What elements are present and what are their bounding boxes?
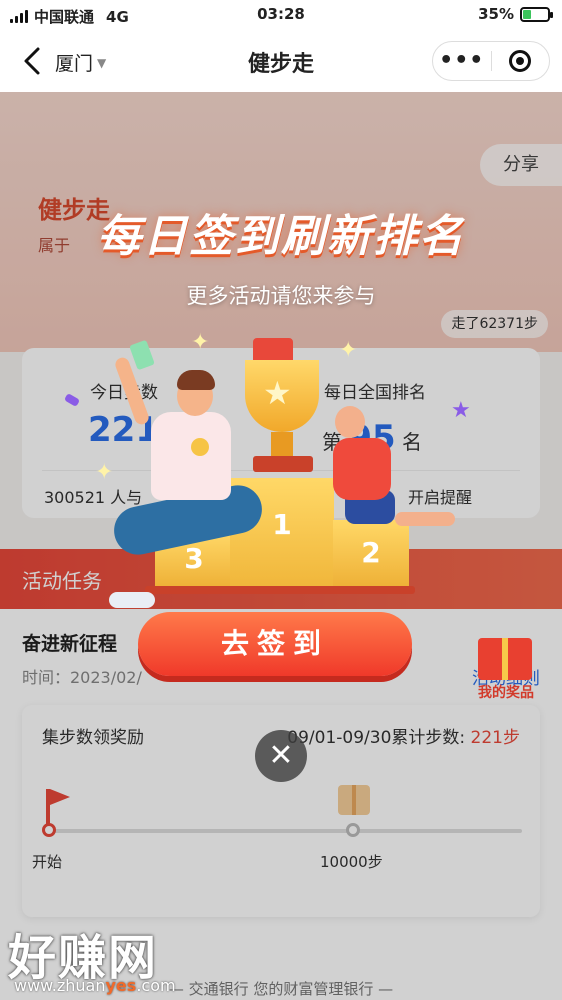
nav-bar: 厦门 ▼ 健步走 •••: [0, 30, 562, 92]
watermark-url: www.zhuanyes.com: [14, 976, 176, 995]
medal-icon: [191, 438, 209, 456]
sparkle-icon: ✦: [339, 338, 358, 363]
runner-figure: [333, 438, 391, 500]
more-dots-icon[interactable]: •••: [433, 41, 491, 81]
confetti: [129, 339, 155, 371]
winner-shoe: [109, 592, 155, 608]
my-prize-button[interactable]: 我的奖品: [460, 630, 552, 710]
my-prize-label: 我的奖品: [478, 685, 534, 701]
podium-second: 2: [333, 520, 409, 588]
battery-percent: 35%: [478, 5, 514, 23]
runner-head: [335, 406, 365, 438]
sparkle-icon: ✦: [191, 330, 210, 355]
close-popup-button[interactable]: ✕: [255, 730, 307, 782]
battery-icon: [520, 6, 553, 22]
runner-leg: [395, 512, 455, 526]
winner-figure: [151, 412, 231, 500]
podium-illustration: ✦ ✦ ✦ ★ ★ 3 1 2: [63, 330, 475, 620]
podium-second-label: 2: [361, 536, 381, 569]
star-icon: ★: [263, 374, 292, 412]
watermark-url-suffix: .com: [136, 976, 176, 995]
watermark-logo: 好赚网 www.zhuanyes.com: [8, 918, 198, 995]
trophy-base: [253, 456, 313, 472]
watermark-url-prefix: www.zhuan: [14, 976, 106, 995]
close-icon: ✕: [268, 738, 294, 773]
close-miniapp-button[interactable]: [491, 50, 549, 72]
popup-headline: 每日签到刷新排名: [97, 211, 465, 262]
miniapp-capsule: •••: [432, 41, 550, 81]
winner-hair: [177, 370, 215, 390]
trophy-stem: [271, 432, 293, 458]
sparkle-icon: ✦: [95, 460, 114, 485]
checkin-button[interactable]: 去签到: [138, 612, 412, 676]
status-bar: 中国联通 4G 03:28 35%: [0, 0, 562, 30]
popup-subline: 更多活动请您来参与: [186, 284, 376, 308]
status-right: 35%: [478, 5, 553, 23]
target-icon: [509, 50, 532, 72]
watermark-url-highlight: yes: [105, 976, 137, 995]
star-icon: ★: [451, 398, 471, 423]
prize-box-icon: [478, 638, 532, 680]
podium-floor: [145, 586, 415, 594]
